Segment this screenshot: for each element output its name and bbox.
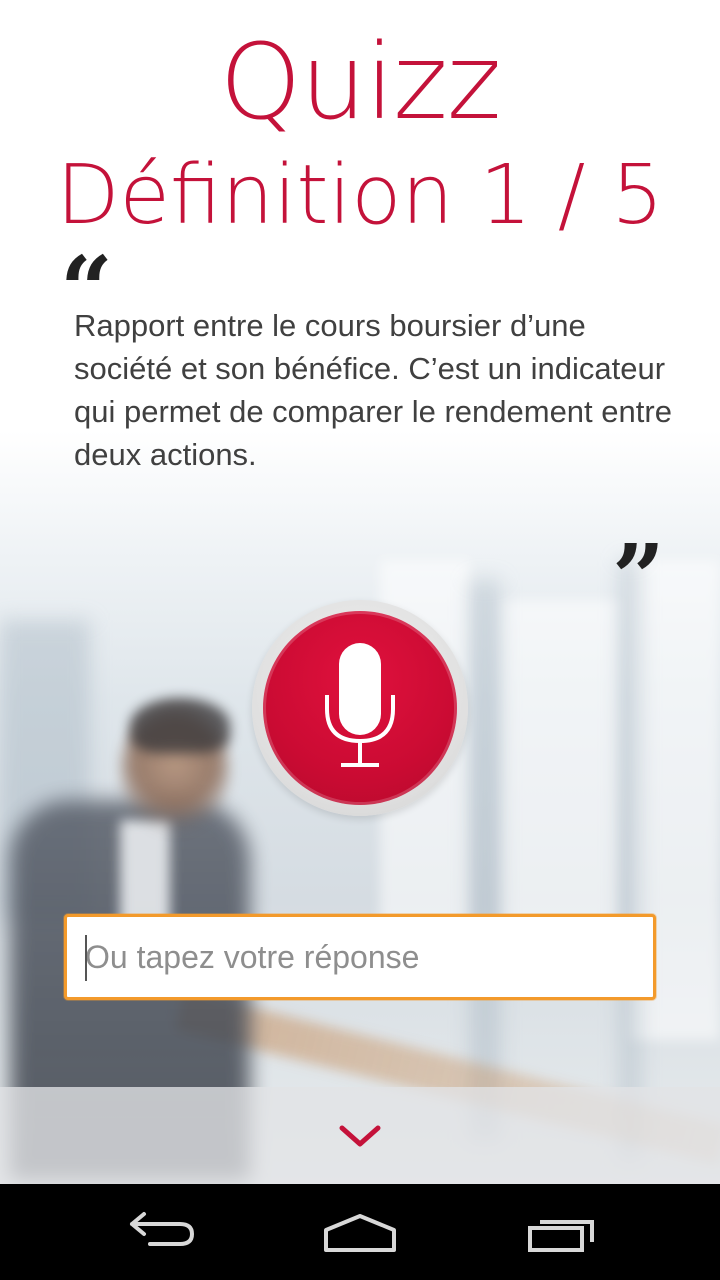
definition-text: Rapport entre le cours boursier d’une so…: [74, 308, 672, 472]
chevron-down-icon[interactable]: [336, 1120, 384, 1150]
recent-apps-icon: [528, 1220, 594, 1252]
microphone-button[interactable]: [252, 600, 468, 816]
recent-apps-button[interactable]: [500, 1184, 620, 1280]
close-quote-icon: ”: [612, 524, 665, 632]
back-icon: [130, 1212, 194, 1246]
microphone-icon: [325, 643, 395, 767]
answer-input[interactable]: [67, 917, 653, 997]
home-button[interactable]: [300, 1184, 420, 1280]
system-navigation-bar: [0, 1184, 720, 1280]
text-cursor: [85, 935, 87, 981]
definition-counter: Définition 1 / 5: [56, 148, 664, 243]
page-title: Quizz: [219, 21, 502, 143]
back-button[interactable]: [100, 1184, 220, 1280]
microphone-button-face[interactable]: [263, 611, 457, 805]
answer-field[interactable]: [64, 914, 656, 1000]
bottom-bar[interactable]: [0, 1087, 720, 1184]
home-icon: [324, 1214, 396, 1252]
